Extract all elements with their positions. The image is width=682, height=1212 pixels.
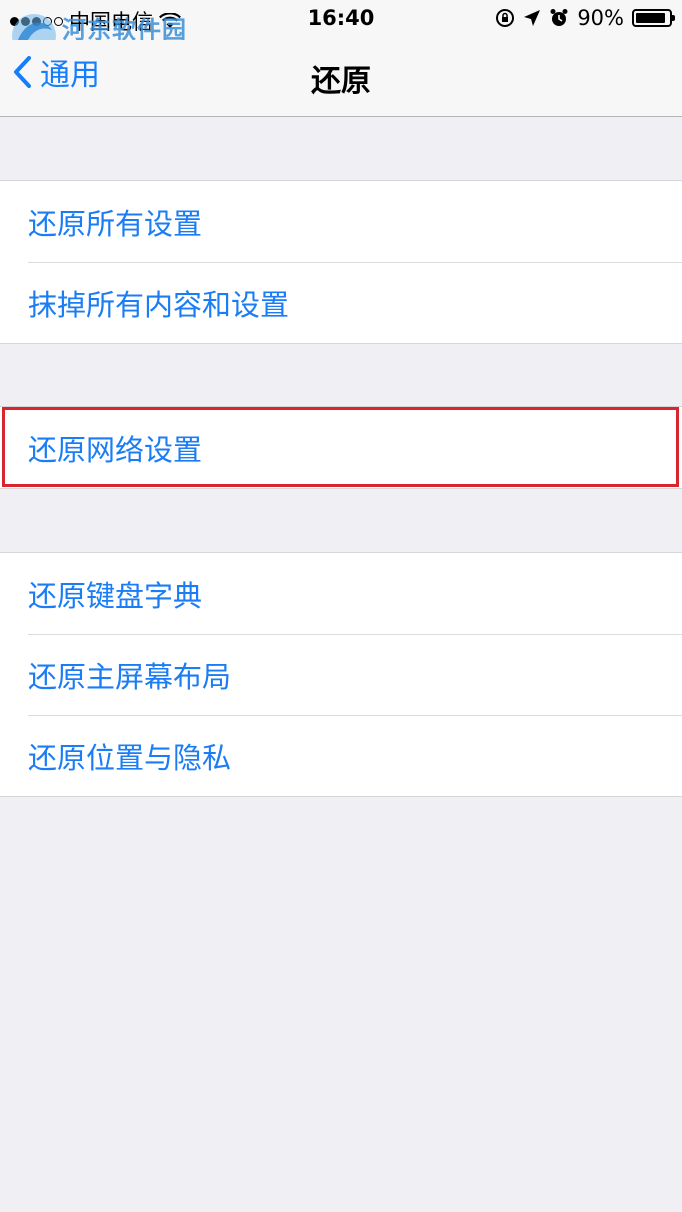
erase-all-content-row[interactable]: 抹掉所有内容和设置 [0,262,682,343]
location-icon [524,10,541,26]
reset-group-3: 还原键盘字典 还原主屏幕布局 还原位置与隐私 [0,552,682,797]
status-icons: 90% [495,6,675,30]
page-title: 还原 [311,64,371,99]
row-label: 还原位置与隐私 [28,740,232,775]
row-label: 还原键盘字典 [28,578,203,613]
battery-percent: 90% [577,6,624,30]
navigation-bar: 通用 还原 [0,40,682,117]
reset-home-screen-layout-row[interactable]: 还原主屏幕布局 [0,634,682,715]
reset-group-1: 还原所有设置 抹掉所有内容和设置 [0,180,682,344]
row-label: 还原网络设置 [28,432,203,467]
reset-network-settings-row[interactable]: 还原网络设置 [0,407,682,488]
battery-icon [632,9,675,27]
row-label: 抹掉所有内容和设置 [28,287,290,322]
reset-group-2: 还原网络设置 [0,406,682,489]
status-bar: 中国电信 16:40 90% [0,0,682,40]
reset-all-settings-row[interactable]: 还原所有设置 [0,181,682,262]
battery-fill [636,13,665,23]
row-label: 还原主屏幕布局 [28,659,232,694]
reset-location-privacy-row[interactable]: 还原位置与隐私 [0,715,682,796]
alarm-icon [550,9,568,26]
row-label: 还原所有设置 [28,206,203,241]
rotation-lock-icon [496,9,515,27]
reset-keyboard-dictionary-row[interactable]: 还原键盘字典 [0,553,682,634]
